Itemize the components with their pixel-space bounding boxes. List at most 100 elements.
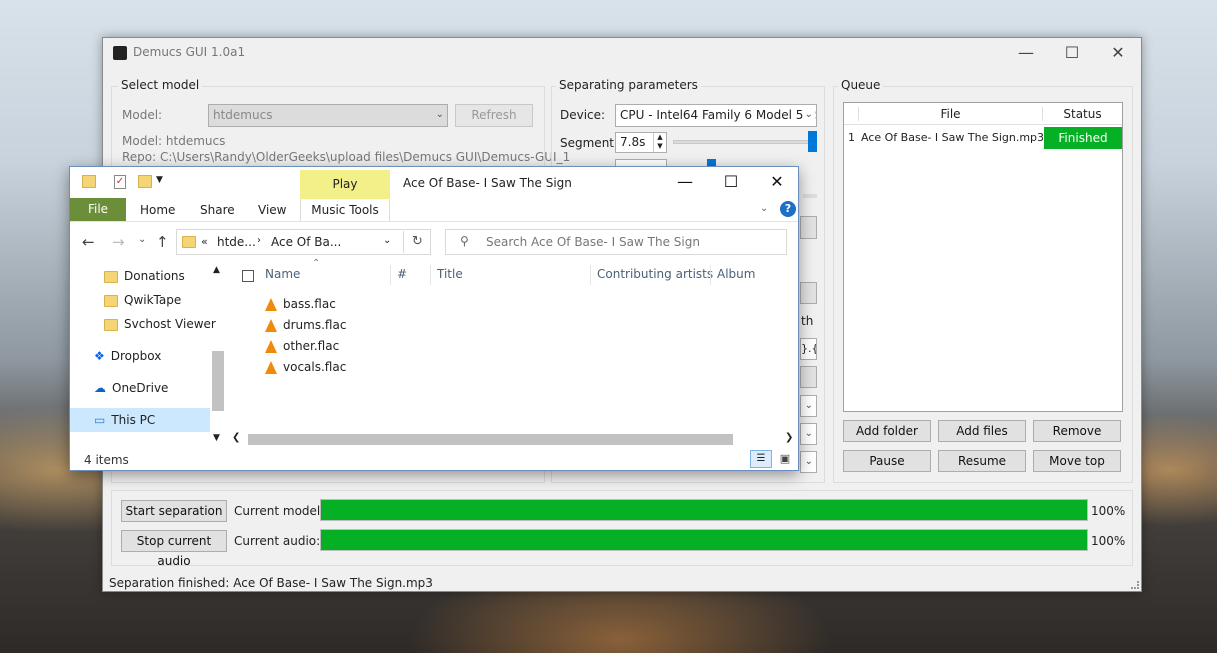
segment-spinbox[interactable]: 7.8s ▲ ▼ <box>615 132 667 153</box>
explorer-window: ✓ ▼ Play Ace Of Base- I Saw The Sign — ☐… <box>69 166 799 471</box>
qat-dropdown-icon[interactable]: ▼ <box>156 175 163 185</box>
up-arrow-icon[interactable]: ↑ <box>156 233 169 251</box>
nav-scroll-thumb[interactable] <box>212 351 224 411</box>
close-button[interactable]: ✕ <box>1095 38 1141 68</box>
current-model-percent: 100% <box>1091 504 1126 518</box>
partial-combo-1[interactable]: ⌄ <box>800 395 817 417</box>
col-number[interactable]: # <box>397 267 407 281</box>
sidebar-item-qwiktape[interactable]: QwikTape <box>70 288 210 312</box>
refresh-icon[interactable]: ↻ <box>403 231 431 253</box>
list-item[interactable]: bass.flac <box>265 297 336 311</box>
explorer-maximize-button[interactable]: ☐ <box>708 167 754 197</box>
sidebar-item-svchost-viewer[interactable]: Svchost Viewer <box>70 312 216 336</box>
search-box[interactable]: ⚲ Search Ace Of Base- I Saw The Sign <box>445 229 787 255</box>
scroll-right-icon[interactable]: ❯ <box>785 432 793 443</box>
breadcrumb-current[interactable]: Ace Of Ba... <box>271 235 341 249</box>
add-files-button[interactable]: Add files <box>938 420 1026 442</box>
table-row[interactable]: 1 Ace Of Base- I Saw The Sign.mp3 Finish… <box>844 127 1122 149</box>
address-dropdown-icon[interactable]: ⌄ <box>383 235 391 246</box>
recent-dropdown-icon[interactable]: ⌄ <box>138 234 146 245</box>
output-format-value: }.{e <box>801 342 816 355</box>
minimize-button[interactable]: — <box>1003 38 1049 68</box>
pause-button[interactable]: Pause <box>843 450 931 472</box>
explorer-close-button[interactable]: ✕ <box>754 167 800 197</box>
horizontal-scroll-thumb[interactable] <box>248 434 733 445</box>
details-view-icon[interactable]: ☰ <box>750 450 772 468</box>
sidebar-item-onedrive[interactable]: ☁ OneDrive <box>70 376 210 400</box>
start-separation-button[interactable]: Start separation <box>121 500 227 522</box>
sidebar-item-dropbox[interactable]: ❖ Dropbox <box>70 344 210 368</box>
queue-table[interactable]: File Status 1 Ace Of Base- I Saw The Sig… <box>843 102 1123 412</box>
col-title[interactable]: Title <box>437 267 463 281</box>
chevron-down-icon: ⌄ <box>804 456 813 467</box>
current-audio-progress <box>320 529 1088 551</box>
col-separator <box>390 265 391 285</box>
tab-view[interactable]: View <box>258 203 286 217</box>
explorer-minimize-button[interactable]: — <box>662 167 708 197</box>
qat-new-folder-icon[interactable] <box>138 175 152 188</box>
computer-icon: ▭ <box>94 413 106 427</box>
segment-slider-thumb[interactable] <box>808 131 817 152</box>
breadcrumb-root[interactable]: htde... <box>217 235 256 249</box>
tab-share[interactable]: Share <box>200 203 235 217</box>
refresh-button[interactable]: Refresh <box>455 104 533 127</box>
chevron-down-icon: ⌄ <box>804 428 813 439</box>
search-placeholder: Search Ace Of Base- I Saw The Sign <box>486 235 700 249</box>
remove-button[interactable]: Remove <box>1033 420 1121 442</box>
partial-combo-3[interactable]: ⌄ <box>800 451 817 473</box>
breadcrumb-overflow-icon[interactable]: « <box>201 235 208 248</box>
list-item[interactable]: vocals.flac <box>265 360 346 374</box>
partial-button-3[interactable] <box>800 366 817 388</box>
qat-folder-icon[interactable] <box>82 175 96 188</box>
model-combo[interactable]: htdemucs ⌄ <box>208 104 448 127</box>
list-item[interactable]: other.flac <box>265 339 339 353</box>
vlc-file-icon <box>265 361 277 374</box>
model-value: htdemucs <box>213 108 273 122</box>
ribbon-expand-icon[interactable]: ⌄ <box>760 203 768 214</box>
back-arrow-icon[interactable]: ← <box>82 233 95 251</box>
sidebar-item-donations[interactable]: Donations <box>70 264 210 288</box>
add-folder-button[interactable]: Add folder <box>843 420 931 442</box>
tab-music-tools[interactable]: Music Tools <box>300 199 390 221</box>
device-label: Device: <box>560 108 606 122</box>
folder-icon <box>104 270 118 283</box>
resume-button[interactable]: Resume <box>938 450 1026 472</box>
stop-current-audio-button[interactable]: Stop current audio <box>121 530 227 568</box>
demucs-app-icon <box>113 46 127 60</box>
col-album[interactable]: Album <box>717 267 755 281</box>
list-item[interactable]: drums.flac <box>265 318 346 332</box>
col-separator <box>590 265 591 285</box>
partial-button[interactable] <box>800 216 817 239</box>
vlc-file-icon <box>265 298 277 311</box>
size-grip-icon[interactable] <box>1131 581 1139 589</box>
maximize-button[interactable]: ☐ <box>1049 38 1095 68</box>
large-icons-view-icon[interactable]: ▣ <box>775 450 795 468</box>
partial-button-2[interactable] <box>800 282 817 304</box>
queue-label: Queue <box>838 78 884 92</box>
col-contributing-artists[interactable]: Contributing artists <box>597 267 713 281</box>
move-top-button[interactable]: Move top <box>1033 450 1121 472</box>
tab-home[interactable]: Home <box>140 203 175 217</box>
col-file-header[interactable]: File <box>858 107 1042 121</box>
scroll-down-icon[interactable]: ▼ <box>213 433 220 443</box>
partial-combo-2[interactable]: ⌄ <box>800 423 817 445</box>
output-format-field[interactable]: }.{e <box>800 338 817 360</box>
forward-arrow-icon[interactable]: → <box>112 233 125 251</box>
nav-scrollbar[interactable]: ▲ ▼ <box>210 265 226 447</box>
device-value: CPU - Intel64 Family 6 Model 58 S <box>620 108 817 122</box>
horizontal-scrollbar[interactable]: ❮ ❯ <box>230 432 797 446</box>
spin-arrows-icon[interactable]: ▲ ▼ <box>653 133 666 152</box>
address-bar[interactable]: « htde... › Ace Of Ba... ⌄ ↻ <box>176 229 431 255</box>
segment-slider[interactable] <box>673 140 817 144</box>
scroll-left-icon[interactable]: ❮ <box>232 432 240 443</box>
play-tab[interactable]: Play <box>300 170 390 199</box>
tab-file[interactable]: File <box>70 198 126 221</box>
qat-properties-icon[interactable]: ✓ <box>114 175 126 189</box>
scroll-up-icon[interactable]: ▲ <box>213 265 220 275</box>
col-status-header[interactable]: Status <box>1042 107 1122 121</box>
help-icon[interactable]: ? <box>780 201 796 217</box>
sidebar-item-this-pc[interactable]: ▭ This PC <box>70 408 210 432</box>
device-combo[interactable]: CPU - Intel64 Family 6 Model 58 S ⌄ <box>615 104 817 127</box>
col-name[interactable]: Name <box>265 267 300 281</box>
select-all-checkbox[interactable] <box>242 270 254 282</box>
